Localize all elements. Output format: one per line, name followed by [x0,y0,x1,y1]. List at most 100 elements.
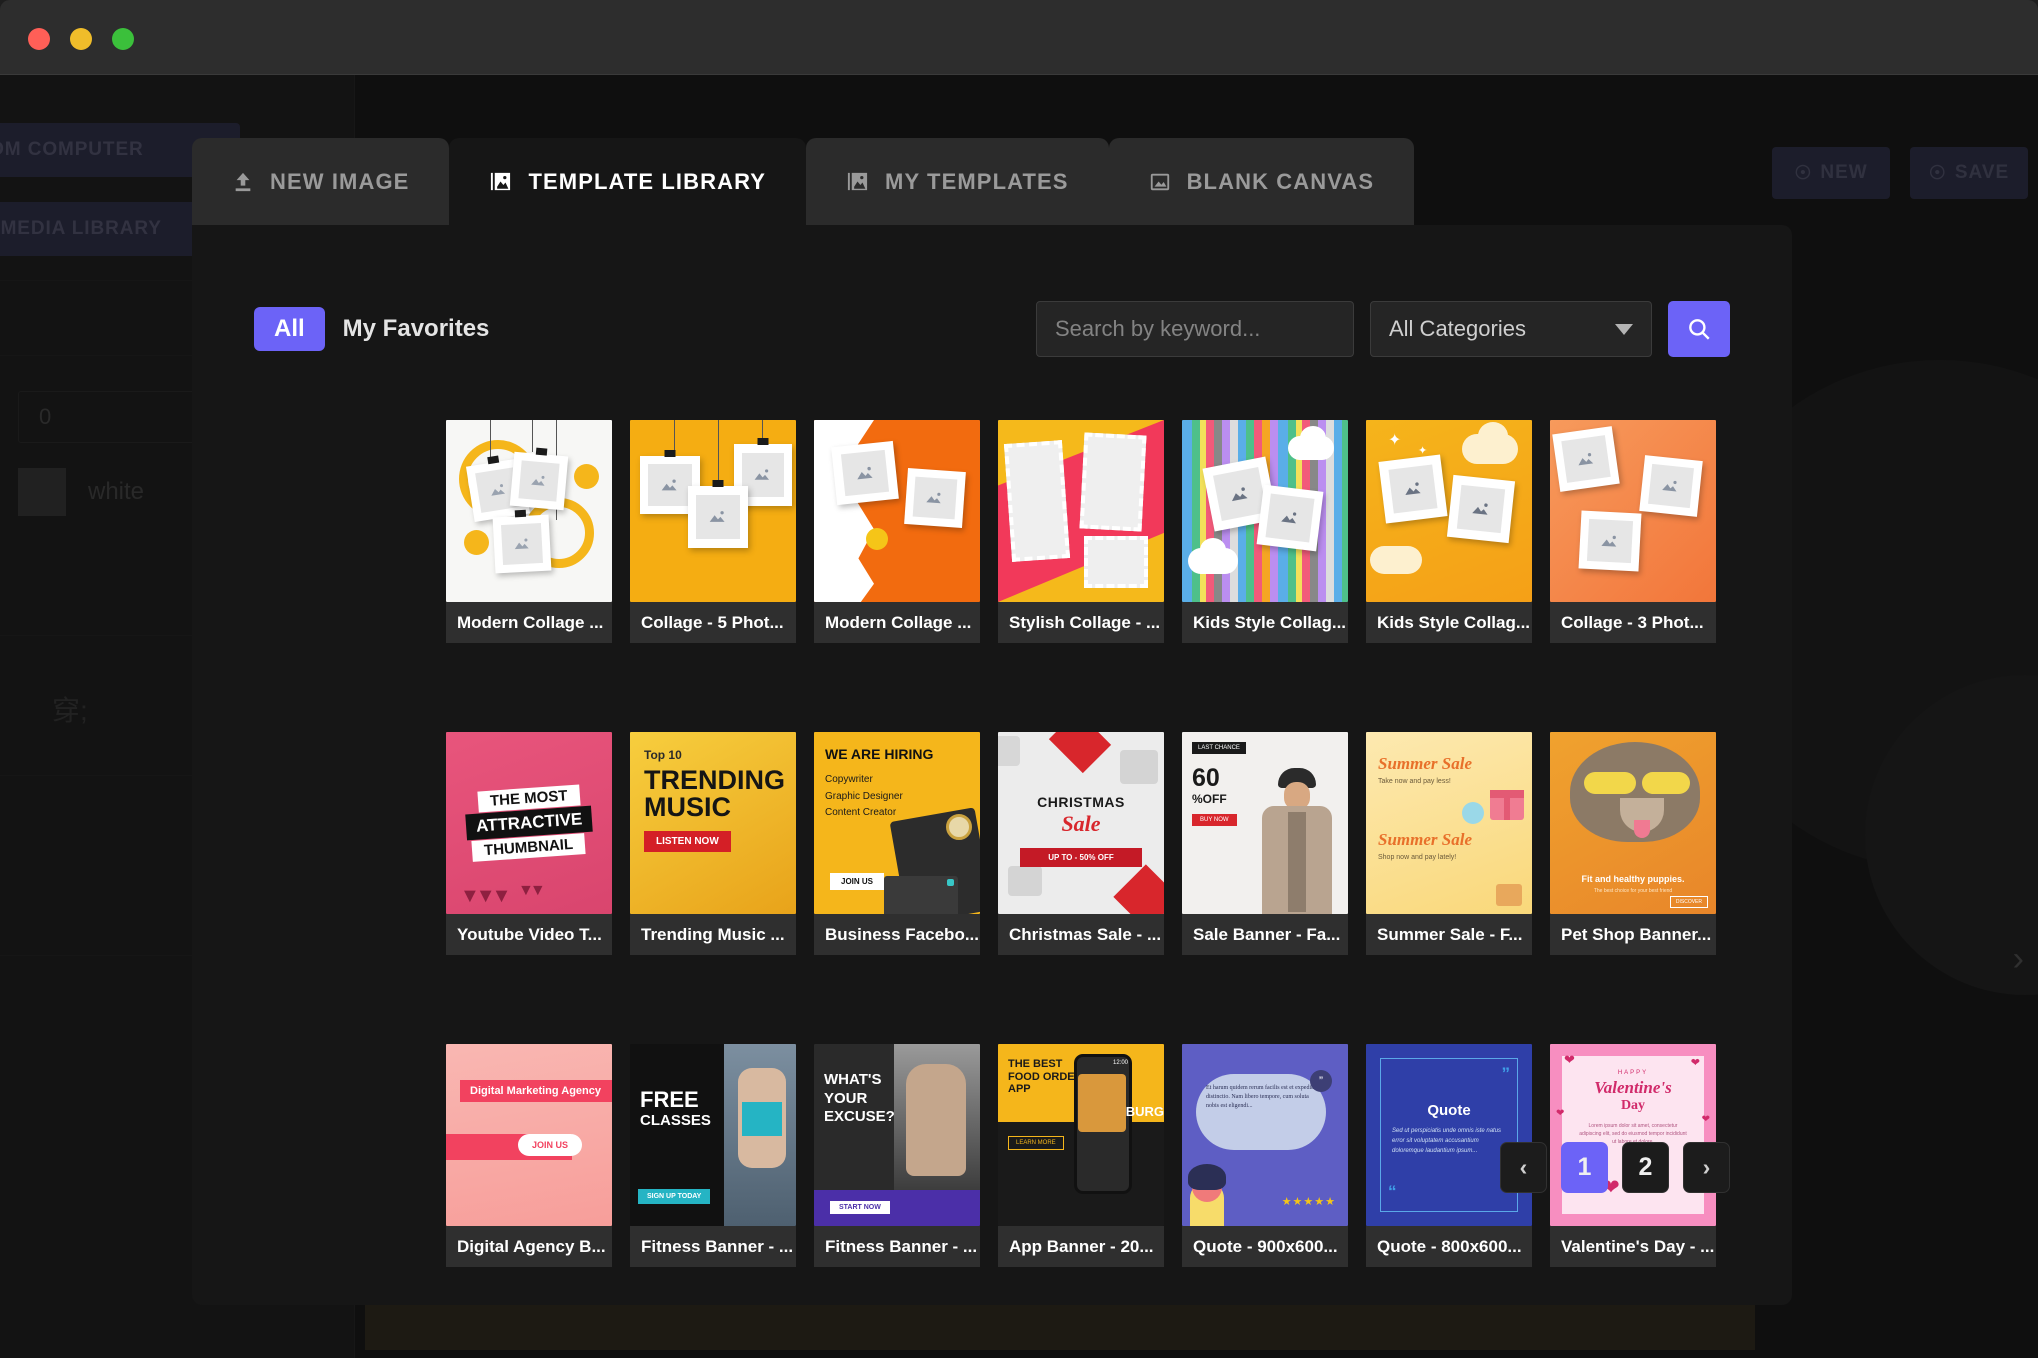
christmas-cta: UP TO - 50% OFF [1020,848,1142,867]
quote-blue-text: Sed ut perspiciatis unde omnis iste natu… [1392,1128,1502,1155]
template-thumbnail: FREE CLASSES SIGN UP TODAY [630,1044,796,1226]
template-card[interactable]: Fit and healthy puppies. The best choice… [1550,732,1716,955]
christmas-line1: CHRISTMAS [1037,794,1125,810]
tab-template-library[interactable]: TEMPLATE LIBRARY [449,138,807,225]
images-icon [846,170,869,193]
template-card[interactable]: ✦ ✦ Kids Style Collag... [1366,420,1532,643]
pagination-page-1[interactable]: 1 [1561,1142,1608,1193]
template-label: Digital Agency B... [446,1226,612,1267]
hiring-cta: JOIN US [830,873,885,890]
app-time: 12:00 [1112,1060,1128,1066]
template-card[interactable]: Stylish Collage - ... [998,420,1164,643]
valentines-small: HAPPY [1617,1070,1649,1076]
template-card[interactable]: Collage - 5 Phot... [630,420,796,643]
template-label: Pet Shop Banner... [1550,914,1716,955]
pagination: ‹ 1 2 › [1500,1142,1730,1193]
music-cta: LISTEN NOW [644,830,731,852]
tab-label: NEW IMAGE [270,168,410,194]
tab-label: TEMPLATE LIBRARY [528,168,767,194]
hiring-title: WE ARE HIRING [825,746,934,762]
template-thumbnail [1182,420,1348,602]
sale-tag: LAST CHANCE [1192,742,1246,754]
template-card[interactable]: Summer Sale Take now and pay less! Summe… [1366,732,1532,955]
template-grid: Modern Collage ... Collage - 5 Phot... M… [446,420,1716,1356]
fitness-line1: FREE [640,1087,699,1112]
sale-percent: %OFF [1192,792,1227,806]
template-card[interactable]: THE BEST FOOD ORDER APP LEARN MORE 12:00… [998,1044,1164,1267]
template-card[interactable]: THE MOST ATTRACTIVE THUMBNAIL ▼▼▼ ▼▼ You… [446,732,612,955]
template-label: Modern Collage ... [814,602,980,643]
template-card[interactable]: Kids Style Collag... [1182,420,1348,643]
music-line2: MUSIC [644,791,731,822]
template-thumbnail: ✦ ✦ [1366,420,1532,602]
category-select[interactable]: All Categories [1370,301,1652,357]
valentines-line1: Valentine's [1594,1078,1672,1097]
pagination-page-2[interactable]: 2 [1622,1142,1669,1193]
christmas-line2: Sale [1061,811,1101,836]
template-label: Kids Style Collag... [1182,602,1348,643]
template-label: Kids Style Collag... [1366,602,1532,643]
quote-purple-text: Et harum quidem rerum facilis est et exp… [1206,1085,1316,1109]
tab-new-image[interactable]: NEW IMAGE [192,138,450,225]
search-input[interactable] [1036,301,1354,357]
fitness-cta: SIGN UP TODAY [638,1189,711,1204]
template-card[interactable]: Digital Marketing Agency JOIN US Digital… [446,1044,612,1267]
template-card[interactable]: FREE CLASSES SIGN UP TODAY Fitness Banne… [630,1044,796,1267]
template-thumbnail: WE ARE HIRING Copywriter Graphic Designe… [814,732,980,914]
template-thumbnail: THE MOST ATTRACTIVE THUMBNAIL ▼▼▼ ▼▼ [446,732,612,914]
template-thumbnail: THE BEST FOOD ORDER APP LEARN MORE 12:00… [998,1044,1164,1226]
sale-number: 60 [1192,764,1220,792]
template-label: App Banner - 20... [998,1226,1164,1267]
filter-all-button[interactable]: All [254,307,325,351]
quote-blue-title: Quote [1427,1102,1471,1119]
template-label: Collage - 5 Phot... [630,602,796,643]
template-label: Trending Music ... [630,914,796,955]
excuse-line3: EXCUSE? [824,1108,895,1125]
template-thumbnail: ” “ Quote Sed ut perspiciatis unde omnis… [1366,1044,1532,1226]
template-thumbnail [446,420,612,602]
agency-title: Digital Marketing Agency [460,1080,612,1102]
search-button[interactable] [1668,301,1730,357]
images-icon [489,170,512,193]
template-label: Business Facebo... [814,914,980,955]
filter-favorites-button[interactable]: My Favorites [343,315,490,343]
library-toolbar: All My Favorites All Categories [254,301,1730,357]
hiring-item1: Copywriter [825,774,873,785]
tab-blank-canvas[interactable]: BLANK CANVAS [1108,138,1415,225]
sale-cta: BUY NOW [1192,814,1237,826]
minimize-window-button[interactable] [70,28,92,50]
template-thumbnail [630,420,796,602]
summer-sub: Take now and pay less! [1378,778,1451,785]
maximize-window-button[interactable] [112,28,134,50]
pet-title: Fit and healthy puppies. [1581,874,1685,884]
template-thumbnail: Fit and healthy puppies. The best choice… [1550,732,1716,914]
template-card[interactable]: WE ARE HIRING Copywriter Graphic Designe… [814,732,980,955]
template-thumbnail: WHAT'S YOUR EXCUSE? START NOW [814,1044,980,1226]
app-cta: LEARN MORE [1008,1136,1064,1150]
template-thumbnail: Summer Sale Take now and pay less! Summe… [1366,732,1532,914]
tab-my-templates[interactable]: MY TEMPLATES [806,138,1109,225]
pagination-next-button[interactable]: › [1683,1142,1730,1193]
music-badge: Top 10 [644,748,682,762]
image-icon [1149,171,1171,193]
template-card[interactable]: Et harum quidem rerum facilis est et exp… [1182,1044,1348,1267]
search-group: All Categories [1036,301,1730,357]
template-card[interactable]: Modern Collage ... [446,420,612,643]
template-label: Sale Banner - Fa... [1182,914,1348,955]
pagination-prev-button[interactable]: ‹ [1500,1142,1547,1193]
template-card[interactable]: Modern Collage ... [814,420,980,643]
template-card[interactable]: Collage - 3 Phot... [1550,420,1716,643]
summer-cta: Shop now and pay lately! [1378,854,1457,861]
template-card[interactable]: LAST CHANCE 60 %OFF BUY NOW Sale Banner … [1182,732,1348,955]
hiring-item2: Graphic Designer [825,790,903,802]
excuse-line1: WHAT'S [824,1071,882,1088]
template-label: Stylish Collage - ... [998,602,1164,643]
window-titlebar [0,0,2038,75]
valentines-line2: Day [1620,1098,1646,1113]
template-card[interactable]: CHRISTMAS Sale UP TO - 50% OFF Christmas… [998,732,1164,955]
template-card[interactable]: Top 10 TRENDING MUSIC LISTEN NOW Trendin… [630,732,796,955]
close-window-button[interactable] [28,28,50,50]
template-card[interactable]: WHAT'S YOUR EXCUSE? START NOW Fitness Ba… [814,1044,980,1267]
template-label: Fitness Banner - ... [814,1226,980,1267]
template-thumbnail: HAPPY Valentine's Day Lorem ipsum dolor … [1550,1044,1716,1226]
